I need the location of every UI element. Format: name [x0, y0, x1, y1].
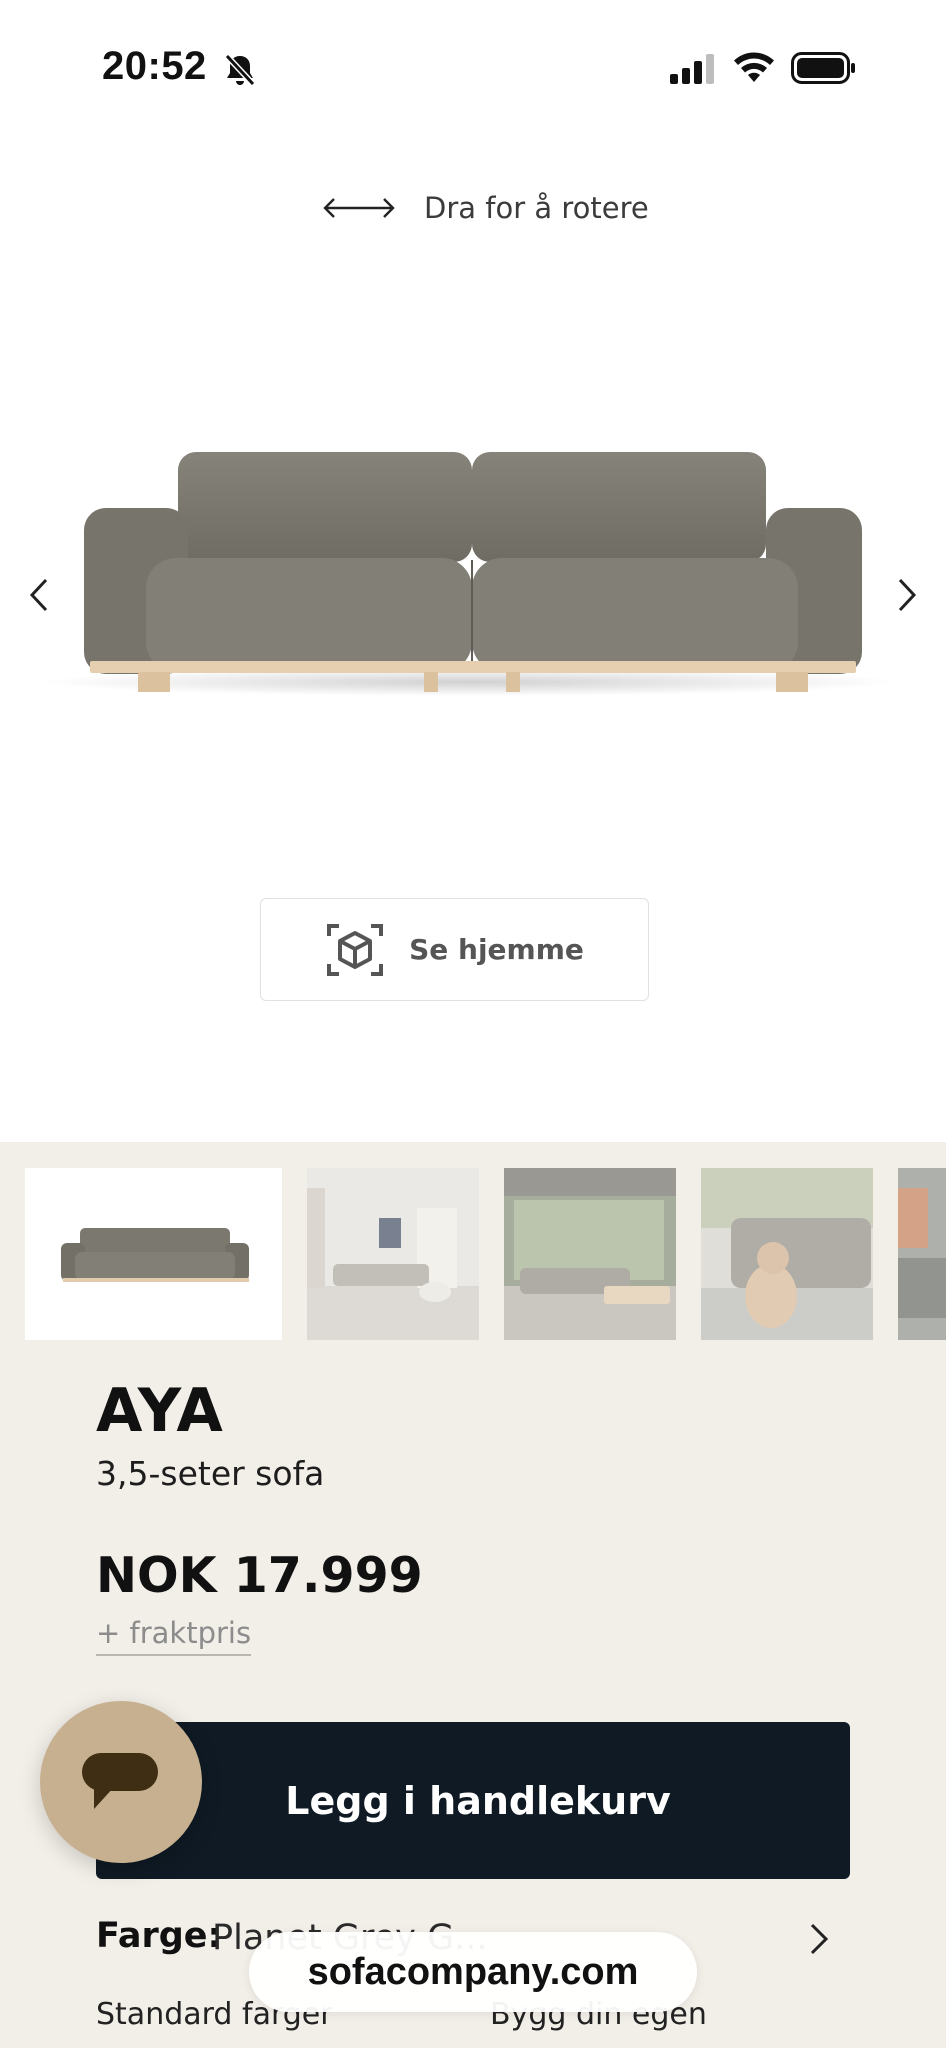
gallery-thumbnail[interactable]: [504, 1168, 676, 1340]
status-time: 20:52: [102, 44, 207, 88]
product-details: AYA 3,5-seter sofa NOK 17.999 + fraktpri…: [0, 1142, 946, 2048]
image-gallery[interactable]: [0, 1168, 946, 1340]
chat-button[interactable]: [40, 1701, 202, 1863]
browser-url-bar[interactable]: sofacompany.com: [249, 1932, 697, 2012]
product-price: NOK 17.999: [96, 1547, 423, 1604]
battery-icon: [791, 52, 855, 84]
bell-slash-icon: [224, 53, 256, 87]
ar-cube-icon: [327, 923, 384, 976]
product-3d-viewer[interactable]: [0, 410, 946, 710]
next-view-icon[interactable]: [890, 570, 926, 620]
shipping-price-link[interactable]: + fraktpris: [96, 1616, 252, 1656]
color-label: Farge:: [96, 1916, 222, 1956]
product-subtitle: 3,5-seter sofa: [96, 1454, 325, 1493]
product-page: 20:52 Dra for å rotere Se hjemme AYA 3,5…: [0, 0, 946, 2048]
gallery-thumbnail[interactable]: [307, 1168, 479, 1340]
wifi-icon: [734, 52, 774, 82]
see-at-home-label: Se hjemme: [409, 933, 584, 966]
product-name: AYA: [96, 1376, 224, 1446]
status-bar: 20:52: [0, 0, 946, 140]
sofa-image[interactable]: [0, 410, 946, 710]
add-to-cart-label: Legg i handlekurv: [285, 1778, 671, 1823]
cellular-signal-icon: [670, 54, 714, 84]
gallery-thumbnail[interactable]: [701, 1168, 873, 1340]
previous-view-icon[interactable]: [20, 570, 56, 620]
gallery-thumbnail-selected[interactable]: [25, 1168, 282, 1340]
rotate-hint: Dra for å rotere: [322, 186, 649, 230]
chevron-right-icon: [810, 1923, 829, 1955]
rotate-arrows-icon: [323, 198, 395, 218]
chat-bubble-icon: [82, 1753, 158, 1809]
add-to-cart-button[interactable]: Legg i handlekurv: [96, 1722, 850, 1879]
gallery-thumbnail[interactable]: [898, 1168, 946, 1340]
browser-url: sofacompany.com: [307, 1950, 639, 1993]
rotate-hint-label: Dra for å rotere: [424, 191, 649, 225]
see-at-home-button[interactable]: Se hjemme: [260, 898, 649, 1001]
